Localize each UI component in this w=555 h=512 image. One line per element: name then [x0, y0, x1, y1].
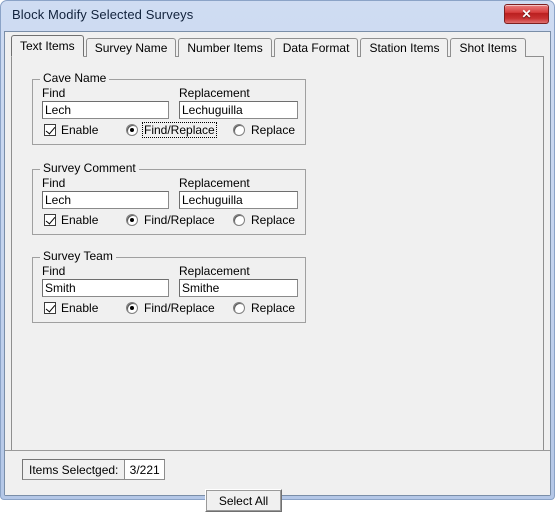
tab-station-items[interactable]: Station Items [360, 38, 449, 57]
group-cave-name: Cave Name Find Replacement Enable Find/R… [32, 72, 306, 145]
close-button[interactable]: ✕ [504, 4, 549, 24]
find-label: Find [42, 176, 66, 190]
radio-dot-icon [233, 214, 245, 226]
replacement-label: Replacement [179, 264, 250, 278]
group-title: Survey Comment [40, 162, 139, 174]
radio-dot-icon [126, 124, 138, 136]
tab-label: Shot Items [459, 41, 517, 55]
find-input[interactable] [42, 101, 169, 119]
replace-label: Replace [251, 213, 296, 227]
enable-label: Enable [61, 213, 99, 227]
group-title: Cave Name [40, 72, 110, 84]
group-survey-team: Survey Team Find Replacement Enable Find… [32, 250, 306, 323]
checkbox-check-icon [44, 124, 56, 136]
tab-text-items[interactable]: Text Items [11, 35, 84, 57]
find-replace-radio[interactable]: Find/Replace [126, 301, 216, 315]
items-selected-label: Items Selectged: [29, 462, 119, 477]
radio-dot-icon [233, 302, 245, 314]
tab-strip: Text Items Survey Name Number Items Data… [11, 35, 544, 57]
tab-label: Data Format [282, 41, 350, 55]
radio-dot-icon [126, 214, 138, 226]
replace-label: Replace [251, 301, 296, 315]
replace-radio[interactable]: Replace [233, 123, 296, 137]
tab-control: Text Items Survey Name Number Items Data… [11, 35, 544, 452]
enable-checkbox[interactable]: Enable [44, 213, 98, 227]
items-selected-field[interactable]: Items Selectged: 3/221 [22, 459, 165, 480]
find-replace-radio[interactable]: Find/Replace [126, 122, 217, 138]
close-icon: ✕ [521, 7, 532, 21]
tab-shot-items[interactable]: Shot Items [450, 38, 526, 57]
find-input[interactable] [42, 191, 169, 209]
find-input[interactable] [42, 279, 169, 297]
tab-number-items[interactable]: Number Items [178, 38, 272, 57]
replacement-label: Replacement [179, 86, 250, 100]
tab-survey-name[interactable]: Survey Name [85, 38, 177, 57]
find-label: Find [42, 86, 66, 100]
dialog-window: Block Modify Selected Surveys ✕ Text Ite… [0, 0, 555, 512]
replacement-input[interactable] [179, 101, 298, 119]
select-all-label: Select All [218, 493, 269, 508]
checkbox-check-icon [44, 214, 56, 226]
tab-label: Station Items [369, 41, 440, 55]
radio-dot-icon [126, 302, 138, 314]
tab-label: Text Items [20, 39, 75, 53]
find-replace-label: Find/Replace [142, 122, 217, 138]
enable-checkbox[interactable]: Enable [44, 123, 98, 137]
replacement-input[interactable] [179, 191, 298, 209]
enable-label: Enable [61, 301, 99, 315]
tab-label: Number Items [187, 41, 263, 55]
replacement-input[interactable] [179, 279, 298, 297]
find-replace-label: Find/Replace [144, 213, 215, 227]
group-title: Survey Team [40, 250, 116, 262]
window-title: Block Modify Selected Surveys [12, 7, 194, 22]
replacement-label: Replacement [179, 176, 250, 190]
find-replace-radio[interactable]: Find/Replace [126, 213, 216, 227]
replace-radio[interactable]: Replace [233, 213, 296, 227]
title-bar: Block Modify Selected Surveys ✕ [1, 1, 554, 31]
find-replace-label: Find/Replace [144, 301, 215, 315]
find-label: Find [42, 264, 66, 278]
replace-label: Replace [251, 123, 296, 137]
enable-label: Enable [61, 123, 99, 137]
checkbox-check-icon [44, 302, 56, 314]
enable-checkbox[interactable]: Enable [44, 301, 98, 315]
items-selected-value: 3/221 [124, 460, 164, 479]
tab-data-format[interactable]: Data Format [273, 38, 359, 57]
group-survey-comment: Survey Comment Find Replacement Enable F… [32, 162, 306, 235]
select-all-button[interactable]: Select All [205, 489, 282, 512]
radio-dot-icon [233, 124, 245, 136]
replace-radio[interactable]: Replace [233, 301, 296, 315]
tab-panel-text-items: Cave Name Find Replacement Enable Find/R… [11, 56, 544, 452]
tab-label: Survey Name [94, 41, 168, 55]
dialog-client-area: Text Items Survey Name Number Items Data… [4, 31, 551, 512]
